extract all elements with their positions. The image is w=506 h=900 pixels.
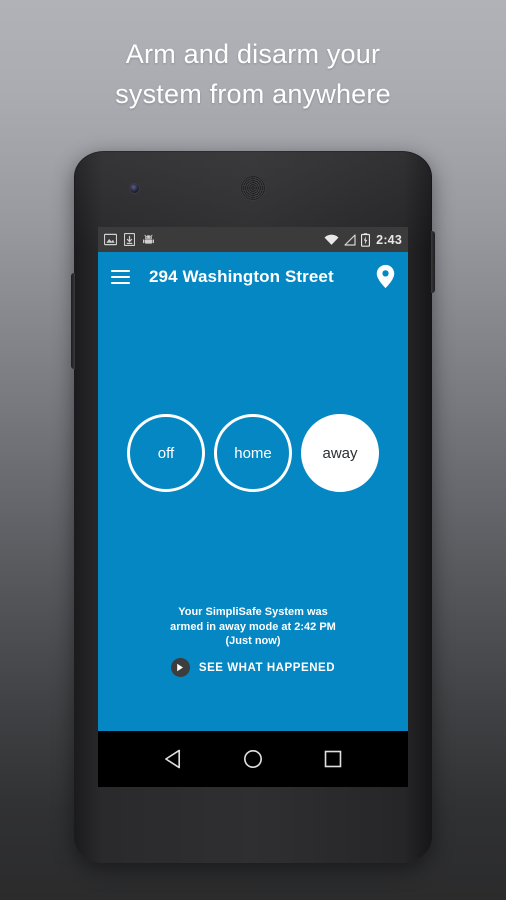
- mode-label-away: away: [322, 444, 358, 462]
- battery-charging-icon: [361, 232, 371, 247]
- headline-line-1: Arm and disarm your: [125, 39, 381, 69]
- mode-button-home[interactable]: home: [214, 414, 292, 492]
- wifi-icon: [324, 234, 339, 245]
- play-triangle-icon: [177, 663, 184, 672]
- earpiece-speaker-icon: [240, 175, 266, 201]
- status-message-line-2: armed in away mode at 2:42 PM: [170, 620, 336, 633]
- volume-rocker-button[interactable]: [71, 273, 75, 369]
- mode-button-away[interactable]: away: [301, 414, 379, 492]
- promo-headline: Arm and disarm your system from anywhere: [0, 34, 506, 114]
- android-icon: [143, 234, 154, 244]
- arm-mode-selector: off home away: [98, 414, 408, 492]
- nav-recents-button[interactable]: [324, 750, 342, 768]
- status-bar-clock: 2:43: [376, 232, 402, 247]
- download-icon: [124, 233, 135, 246]
- mode-label-off: off: [157, 444, 175, 462]
- nav-back-button[interactable]: [164, 749, 183, 769]
- home-circle-icon: [244, 749, 263, 769]
- android-navigation-bar: [98, 731, 408, 787]
- power-button[interactable]: [431, 231, 435, 293]
- headline-line-2: system from anywhere: [115, 79, 391, 109]
- status-message-line-3: (Just now): [225, 635, 281, 647]
- app-bar: 294 Washington Street: [98, 252, 408, 301]
- location-pin-button[interactable]: [376, 264, 395, 289]
- hamburger-bar: [111, 281, 130, 284]
- play-icon: [170, 658, 190, 677]
- mode-button-off[interactable]: off: [127, 414, 205, 492]
- system-status-message: Your SimpliSafe System was armed in away…: [98, 605, 408, 649]
- app-content: off home away Your SimpliSafe System was…: [98, 301, 408, 731]
- nav-home-button[interactable]: [243, 749, 263, 769]
- location-pin-icon: [376, 264, 395, 289]
- hamburger-bar: [111, 275, 130, 278]
- hamburger-menu-icon[interactable]: [111, 269, 130, 284]
- image-icon: [104, 233, 117, 246]
- back-triangle-icon: [165, 749, 181, 769]
- mode-label-home: home: [234, 444, 272, 462]
- hamburger-bar: [111, 269, 130, 272]
- android-status-bar: 2:43: [98, 227, 408, 252]
- see-what-happened-label: SEE WHAT HAPPENED: [198, 661, 336, 674]
- status-message-line-1: Your SimpliSafe System was: [178, 606, 328, 618]
- phone-device-mockup: 2:43 294 Washington Street off home away…: [71, 151, 435, 863]
- front-camera-icon: [130, 184, 139, 193]
- recents-square-icon: [324, 750, 342, 768]
- cell-signal-icon: [344, 233, 356, 246]
- phone-screen: 2:43 294 Washington Street off home away…: [98, 227, 408, 787]
- status-bar-left-icons: [104, 233, 155, 246]
- status-bar-right-icons: 2:43: [324, 233, 402, 247]
- page-title: 294 Washington Street: [149, 266, 334, 286]
- see-what-happened-button[interactable]: SEE WHAT HAPPENED: [98, 658, 408, 677]
